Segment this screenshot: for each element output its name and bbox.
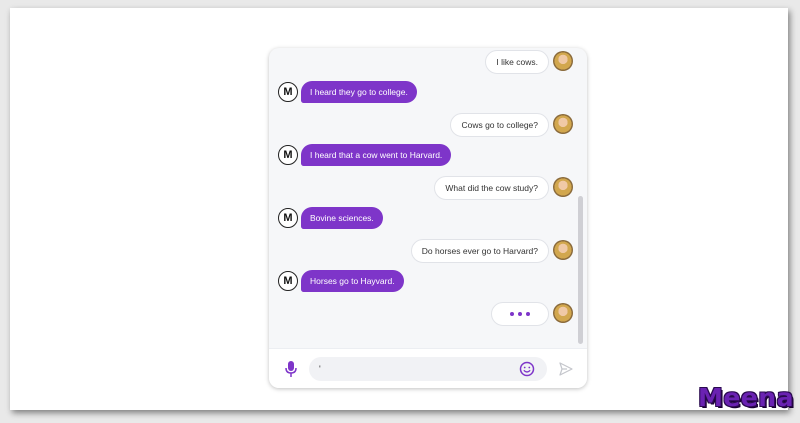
bot-avatar: M: [278, 271, 298, 291]
user-message-bubble: Do horses ever go to Harvard?: [410, 239, 549, 263]
chat-window: I like cows. M I heard they go to colleg…: [269, 48, 587, 388]
message-row-bot: M Horses go to Hayvard.: [269, 270, 587, 296]
typing-dot: [518, 312, 522, 316]
user-avatar: [553, 114, 573, 134]
message-row-bot: M I heard that a cow went to Harvard.: [269, 144, 587, 170]
bot-avatar: M: [278, 82, 298, 102]
bot-message-bubble: I heard they go to college.: [301, 81, 417, 103]
message-row-bot: M I heard they go to college.: [269, 81, 587, 107]
message-row-user: What did the cow study?: [269, 176, 587, 202]
message-row-bot: M Bovine sciences.: [269, 207, 587, 233]
typing-dot: [510, 312, 514, 316]
scrollbar[interactable]: [578, 48, 583, 348]
message-row-user: Do horses ever go to Harvard?: [269, 239, 587, 265]
message-row-user: I like cows.: [269, 50, 587, 76]
bot-message-bubble: Horses go to Hayvard.: [301, 270, 404, 292]
brand-logo: Meena: [698, 383, 794, 412]
bot-avatar: M: [278, 145, 298, 165]
message-input[interactable]: [309, 357, 547, 381]
bot-message-bubble: Bovine sciences.: [301, 207, 383, 229]
typing-dots-icon: [491, 302, 549, 326]
message-row-user: Cows go to college?: [269, 113, 587, 139]
user-avatar: [553, 51, 573, 71]
slide-frame: I like cows. M I heard they go to colleg…: [10, 8, 793, 412]
user-message-bubble: I like cows.: [485, 50, 549, 74]
microphone-icon[interactable]: [284, 360, 298, 378]
message-row-typing: [269, 302, 587, 328]
bot-message-bubble: I heard that a cow went to Harvard.: [301, 144, 452, 166]
user-avatar: [553, 303, 573, 323]
smiley-icon[interactable]: [519, 361, 535, 377]
user-avatar: [553, 240, 573, 260]
user-avatar: [553, 177, 573, 197]
scrollbar-thumb[interactable]: [578, 196, 583, 344]
message-list[interactable]: I like cows. M I heard they go to colleg…: [269, 48, 587, 348]
send-icon[interactable]: [559, 362, 573, 376]
bot-avatar: M: [278, 208, 298, 228]
user-message-bubble: Cows go to college?: [450, 113, 549, 137]
input-bar: [269, 348, 587, 388]
typing-dot: [526, 312, 530, 316]
user-message-bubble: What did the cow study?: [434, 176, 549, 200]
